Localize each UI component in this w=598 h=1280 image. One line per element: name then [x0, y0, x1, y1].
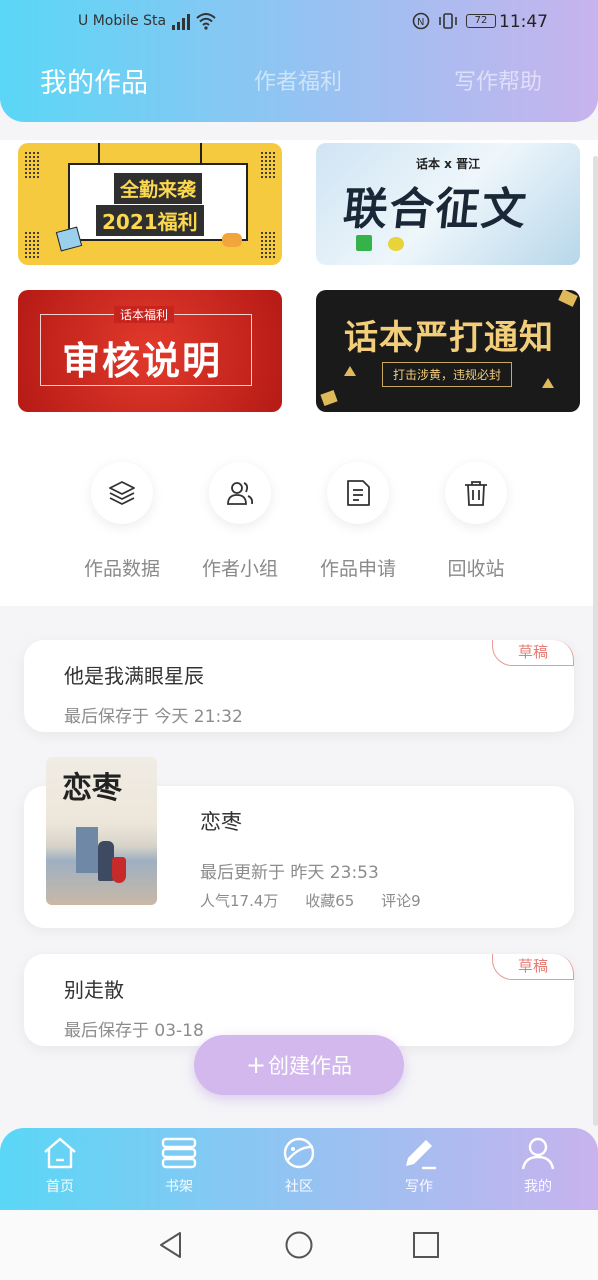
- svg-text:N: N: [417, 17, 424, 28]
- banner-string: [200, 143, 202, 165]
- quick-action-circle: [327, 462, 389, 524]
- work-card[interactable]: 他是我满眼星辰 最后保存于 今天 21:32 草稿: [24, 640, 574, 732]
- quick-action-work-apply[interactable]: 作品申请: [308, 462, 408, 581]
- banner-decoration: [24, 231, 40, 259]
- book-icon: [55, 226, 83, 252]
- banner-subtitle: 打击涉黄，违规必封: [382, 362, 513, 387]
- recent-apps-icon[interactable]: [412, 1231, 440, 1259]
- banner-joint-contest[interactable]: 话本 x 晋江 联合征文: [316, 143, 580, 265]
- nav-item-bookshelf[interactable]: 书架: [139, 1134, 219, 1196]
- profile-icon: [521, 1137, 555, 1170]
- work-title: 他是我满眼星辰: [64, 664, 204, 688]
- popularity-count: 人气17.4万: [200, 892, 279, 910]
- banner-attendance[interactable]: 全勤来袭 2021福利: [18, 143, 282, 265]
- tab-my-works[interactable]: 我的作品: [40, 61, 148, 100]
- signal-icon: [172, 14, 190, 30]
- nav-label: 写作: [405, 1179, 433, 1195]
- create-work-label: 创建作品: [268, 1054, 353, 1078]
- battery-icon: 72: [466, 14, 496, 28]
- bookshelf-icon: [161, 1137, 197, 1169]
- comments-count: 评论9: [381, 892, 421, 910]
- banner-title: 联合征文: [340, 184, 531, 235]
- nav-item-home[interactable]: 首页: [20, 1134, 100, 1196]
- tab-writing-help[interactable]: 写作帮助: [454, 64, 542, 96]
- home-icon: [44, 1137, 76, 1169]
- decoration-confetti: [558, 290, 578, 307]
- quick-action-label: 作者小组: [201, 558, 278, 580]
- banner-title: 审核说明: [62, 339, 223, 383]
- hand-icon: [222, 233, 242, 247]
- group-icon: [227, 482, 254, 505]
- quick-action-label: 回收站: [447, 558, 505, 580]
- app-logo-icon: [356, 235, 372, 251]
- planet-icon: [283, 1137, 315, 1169]
- carrier-name: U Mobile Sta: [78, 13, 167, 29]
- cover-art: [112, 857, 126, 883]
- banner-review-info[interactable]: 话本福利 审核说明: [18, 290, 282, 412]
- trash-icon: [465, 481, 487, 506]
- nfc-icon: N: [412, 12, 430, 30]
- pen-icon: [406, 1140, 436, 1170]
- plus-icon: +: [245, 1051, 267, 1079]
- quick-action-circle: [91, 462, 153, 524]
- quick-action-author-group[interactable]: 作者小组: [190, 462, 290, 581]
- quick-action-recycle-bin[interactable]: 回收站: [426, 462, 526, 581]
- create-work-button[interactable]: +创建作品: [194, 1035, 404, 1095]
- system-nav-bar: [0, 1210, 598, 1280]
- nav-label: 首页: [46, 1179, 74, 1195]
- banner-subtitle: 2021福利: [96, 205, 204, 236]
- banner-string: [98, 143, 100, 165]
- work-stats: 人气17.4万 收藏65 评论9: [200, 890, 443, 911]
- banner-decoration: [260, 151, 276, 179]
- status-bar: U Mobile Sta N 72 11:47: [0, 10, 598, 36]
- wifi-icon: [196, 13, 216, 30]
- nav-item-write[interactable]: 写作: [379, 1134, 459, 1196]
- work-card[interactable]: 别走散 最后保存于 03-18 草稿: [24, 954, 574, 1046]
- banner-title: 全勤来袭: [114, 173, 203, 204]
- top-tabs: 我的作品 作者福利 写作帮助: [0, 64, 598, 104]
- mascot-icon: [388, 237, 404, 251]
- favorites-count: 收藏65: [305, 892, 355, 910]
- banner-subtitle: 话本福利: [114, 306, 175, 323]
- home-circle-icon[interactable]: [284, 1230, 314, 1260]
- work-title: 恋枣: [200, 810, 242, 834]
- layers-icon: [109, 481, 135, 505]
- banner-subtitle: 话本 x 晋江: [416, 157, 481, 171]
- work-title: 别走散: [64, 978, 124, 1002]
- book-cover[interactable]: 恋枣: [46, 757, 157, 905]
- decoration-triangle: [344, 366, 356, 376]
- clock: 11:47: [499, 12, 548, 32]
- back-icon[interactable]: [156, 1230, 186, 1260]
- tab-author-benefits[interactable]: 作者福利: [254, 64, 342, 96]
- banner-title: 话本严打通知: [344, 318, 554, 358]
- quick-action-label: 作品数据: [83, 558, 160, 580]
- quick-action-circle: [209, 462, 271, 524]
- decoration-confetti: [320, 389, 338, 407]
- decoration-triangle: [542, 378, 554, 388]
- quick-action-circle: [445, 462, 507, 524]
- header: U Mobile Sta N 72 11:47 我的作品 作者福利 写作帮助: [0, 0, 598, 122]
- scrollbar[interactable]: [593, 156, 598, 1126]
- bottom-nav: 首页 书架 社区 写作 我的: [0, 1128, 598, 1210]
- vibrate-icon: [439, 13, 457, 29]
- document-icon: [347, 480, 370, 506]
- quick-action-work-data[interactable]: 作品数据: [72, 462, 172, 581]
- draft-badge: 草稿: [492, 954, 574, 980]
- nav-label: 我的: [524, 1179, 552, 1195]
- quick-action-label: 作品申请: [319, 558, 396, 580]
- work-last-updated: 最后更新于 昨天 23:53: [200, 863, 379, 883]
- work-last-saved: 最后保存于 今天 21:32: [64, 707, 243, 727]
- nav-label: 社区: [285, 1179, 313, 1195]
- banner-crackdown-notice[interactable]: 话本严打通知 打击涉黄，违规必封: [316, 290, 580, 412]
- banner-decoration: [260, 231, 276, 259]
- banner-decoration: [24, 151, 40, 179]
- cover-art: [76, 827, 98, 873]
- nav-item-community[interactable]: 社区: [259, 1134, 339, 1196]
- work-last-saved: 最后保存于 03-18: [64, 1021, 204, 1041]
- cover-title: 恋枣: [62, 771, 122, 806]
- nav-label: 书架: [165, 1179, 193, 1195]
- draft-badge: 草稿: [492, 640, 574, 666]
- nav-item-profile[interactable]: 我的: [498, 1134, 578, 1196]
